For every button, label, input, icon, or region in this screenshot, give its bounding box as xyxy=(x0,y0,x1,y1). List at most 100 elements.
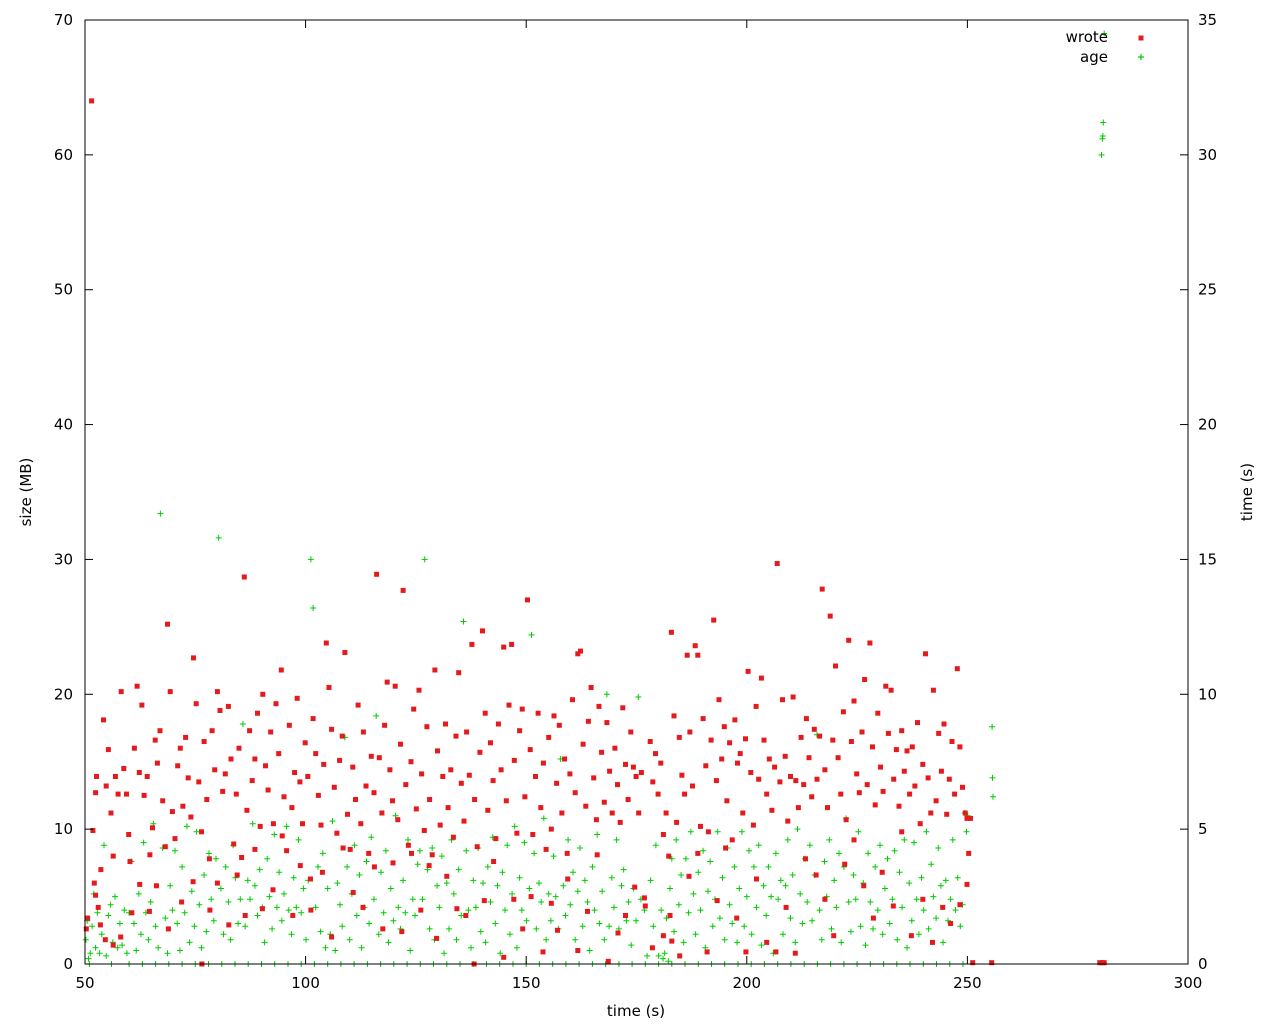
point-wrote xyxy=(761,737,767,743)
point-wrote xyxy=(466,772,472,778)
point-wrote xyxy=(358,821,364,827)
point-wrote xyxy=(387,767,393,773)
point-wrote xyxy=(920,896,926,902)
point-wrote xyxy=(674,819,680,825)
point-wrote xyxy=(535,710,541,716)
point-wrote xyxy=(601,799,607,805)
point-wrote xyxy=(703,763,709,769)
point-wrote xyxy=(268,729,274,735)
point-wrote xyxy=(543,846,549,852)
point-wrote xyxy=(440,774,446,779)
point-wrote xyxy=(225,703,231,709)
point-wrote xyxy=(118,934,124,940)
point-wrote xyxy=(124,791,129,797)
point-wrote xyxy=(846,637,852,643)
point-wrote xyxy=(206,856,212,862)
point-wrote xyxy=(193,701,199,707)
point-wrote xyxy=(247,728,253,734)
point-wrote xyxy=(403,782,409,788)
point-wrote xyxy=(872,802,878,808)
point-wrote xyxy=(212,767,218,773)
legend-label-age: age xyxy=(1080,48,1108,66)
y2-axis-label: time (s) xyxy=(1238,463,1256,521)
y-tick-label: 20 xyxy=(54,685,73,703)
point-wrote xyxy=(867,640,873,646)
point-wrote xyxy=(511,757,517,763)
point-wrote xyxy=(134,683,140,689)
point-wrote xyxy=(89,98,95,104)
point-wrote xyxy=(625,797,631,802)
point-wrote xyxy=(429,852,435,858)
point-wrote xyxy=(228,756,234,762)
point-wrote xyxy=(609,810,615,816)
point-wrote xyxy=(204,797,210,802)
point-wrote xyxy=(443,721,448,727)
point-wrote xyxy=(413,806,419,812)
point-wrote xyxy=(506,702,512,708)
point-wrote xyxy=(724,798,730,804)
point-wrote xyxy=(217,708,223,713)
point-wrote xyxy=(923,651,928,657)
point-wrote xyxy=(270,887,276,893)
point-wrote xyxy=(495,721,501,727)
point-wrote xyxy=(735,760,740,766)
point-wrote xyxy=(289,805,295,811)
point-wrote xyxy=(141,792,147,798)
point-wrote xyxy=(588,685,594,690)
point-wrote xyxy=(817,733,823,739)
point-wrote xyxy=(930,687,936,693)
point-wrote xyxy=(554,780,560,786)
y-tick-label: 70 xyxy=(54,11,73,29)
point-wrote xyxy=(615,782,620,788)
point-wrote xyxy=(641,895,647,901)
point-wrote xyxy=(740,810,746,816)
point-wrote xyxy=(732,717,738,723)
point-wrote xyxy=(585,908,590,914)
point-wrote xyxy=(617,819,623,825)
y-tick-label: 40 xyxy=(54,416,73,434)
point-wrote xyxy=(711,617,717,623)
point-wrote xyxy=(833,663,838,669)
point-wrote xyxy=(612,745,618,751)
point-wrote xyxy=(371,864,377,870)
point-wrote xyxy=(270,821,276,827)
point-wrote xyxy=(255,710,260,716)
point-wrote xyxy=(825,805,830,811)
point-wrote xyxy=(727,740,733,746)
point-wrote xyxy=(743,736,748,742)
point-wrote xyxy=(605,958,611,964)
point-wrote xyxy=(912,783,918,789)
legend-label-wrote: wrote xyxy=(1066,28,1108,46)
point-wrote xyxy=(472,797,478,802)
point-wrote xyxy=(754,876,759,882)
point-wrote xyxy=(191,655,196,661)
point-wrote xyxy=(273,701,279,707)
point-wrote xyxy=(179,899,185,905)
point-wrote xyxy=(649,945,655,951)
x-axis-label: time (s) xyxy=(607,1002,665,1020)
point-wrote xyxy=(398,741,403,747)
point-wrote xyxy=(300,821,305,827)
point-wrote xyxy=(714,898,720,904)
point-wrote xyxy=(456,670,462,676)
point-wrote xyxy=(95,904,101,910)
point-wrote xyxy=(220,788,226,794)
point-wrote xyxy=(454,906,460,912)
point-wrote xyxy=(409,850,414,856)
point-wrote xyxy=(682,791,688,797)
point-wrote xyxy=(907,791,913,797)
point-wrote xyxy=(530,832,536,837)
point-wrote xyxy=(917,821,923,827)
point-wrote xyxy=(380,926,386,932)
point-wrote xyxy=(350,890,356,895)
point-wrote xyxy=(482,710,488,716)
point-wrote xyxy=(538,805,544,811)
point-wrote xyxy=(692,643,698,649)
point-wrote xyxy=(864,782,870,788)
point-wrote xyxy=(94,774,99,779)
point-wrote xyxy=(562,756,568,762)
point-wrote xyxy=(593,817,599,823)
point-wrote xyxy=(371,790,377,796)
point-wrote xyxy=(139,702,145,708)
point-wrote xyxy=(667,913,673,918)
